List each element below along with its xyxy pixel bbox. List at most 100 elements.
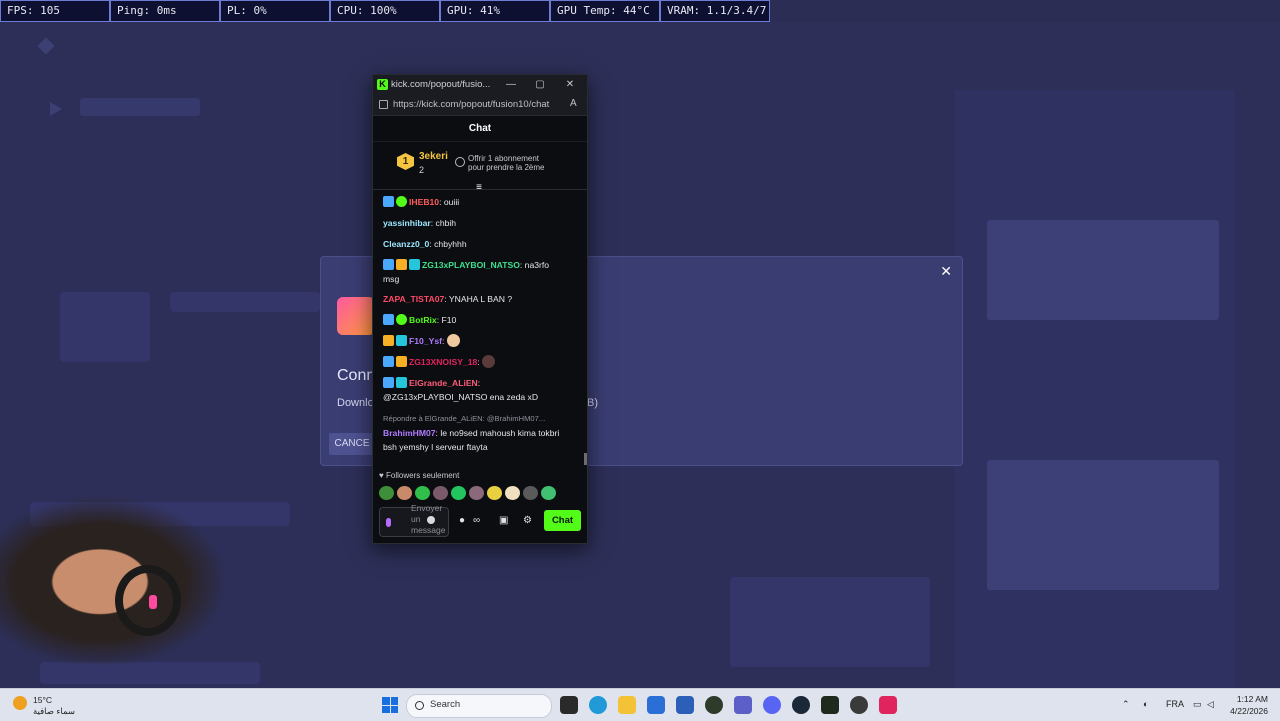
steam-icon[interactable] bbox=[792, 696, 810, 714]
fivem-icon[interactable] bbox=[879, 696, 897, 714]
emote-icon[interactable] bbox=[451, 486, 466, 500]
face-emote-icon bbox=[446, 334, 460, 347]
cancel-button[interactable]: CANCE bbox=[329, 433, 375, 455]
reply-context[interactable]: Répondre à ElGrande_ALiEN: @BrahimHM07..… bbox=[383, 412, 579, 426]
crown-badge-icon bbox=[396, 356, 407, 367]
chat-username[interactable]: BrahimHM07 bbox=[383, 428, 436, 438]
chat-text: : chbih bbox=[430, 218, 457, 228]
chat-username[interactable]: BotRix bbox=[409, 315, 437, 325]
moderator-badge-icon bbox=[383, 259, 394, 270]
network-icon[interactable]: ▭ bbox=[1193, 699, 1202, 710]
server-logo bbox=[337, 297, 375, 335]
headset-led bbox=[149, 595, 157, 609]
taskbar-search-box[interactable] bbox=[406, 694, 552, 718]
chat-text-continued: @ZG13xPLAYBOI_NATSO ena zeda xD bbox=[383, 392, 539, 402]
chat-text-continued: msg bbox=[383, 274, 400, 284]
emoji-icon[interactable] bbox=[427, 516, 435, 524]
streaming-app-icon[interactable] bbox=[821, 696, 839, 714]
xbox-icon[interactable] bbox=[705, 696, 723, 714]
infinity-icon[interactable]: ∞ bbox=[473, 515, 480, 526]
edge-browser-icon[interactable] bbox=[589, 696, 607, 714]
moderator-badge-icon bbox=[383, 196, 394, 207]
volume-icon[interactable]: ◁ bbox=[1207, 699, 1214, 710]
language-indicator[interactable]: FRA bbox=[1166, 699, 1184, 709]
emote-icon[interactable] bbox=[415, 486, 430, 500]
task-view-icon[interactable] bbox=[560, 696, 578, 714]
collapse-icon[interactable]: ≡ bbox=[473, 183, 485, 193]
gifter-name[interactable]: 3ekeri bbox=[419, 151, 448, 162]
chat-username[interactable]: ZG13xPLAYBOI_NATSO bbox=[422, 260, 520, 270]
clock-date[interactable]: 4/22/2026 bbox=[1218, 706, 1268, 716]
create-server-card bbox=[730, 577, 930, 667]
chat-scrollbar[interactable] bbox=[584, 453, 587, 465]
chat-header: Chat bbox=[373, 115, 587, 142]
emote-icon[interactable] bbox=[487, 486, 502, 500]
obs-icon[interactable] bbox=[850, 696, 868, 714]
microphone-icon[interactable] bbox=[386, 518, 391, 527]
emote-icon[interactable] bbox=[505, 486, 520, 500]
outlook-icon[interactable] bbox=[647, 696, 665, 714]
chat-username[interactable]: F10_Ysf bbox=[409, 336, 442, 346]
chat-username[interactable]: ElGrande_ALiEN bbox=[409, 378, 478, 388]
minimize-icon[interactable]: — bbox=[501, 77, 521, 93]
vram-readout: VRAM: 1.1/3.4/7.7 GB bbox=[660, 0, 770, 22]
followers-only-notice: ♥ Followers seulement bbox=[379, 471, 460, 480]
chat-text: : le no9sed mahoush kima tokbri bbox=[435, 428, 560, 438]
chat-text: : ouiii bbox=[439, 197, 460, 207]
microphone-tray-icon[interactable]: ◐ bbox=[1143, 699, 1148, 709]
emote-icon[interactable] bbox=[379, 486, 394, 500]
chat-username[interactable]: Cleanzz0_0 bbox=[383, 239, 429, 249]
store-icon[interactable]: ▣ bbox=[499, 515, 508, 526]
gift-subscription-line1[interactable]: Offrir 1 abonnement bbox=[468, 154, 539, 163]
chat-text: : chbyhhh bbox=[429, 239, 467, 249]
chat-username[interactable]: ZG13XNOISY_18 bbox=[409, 357, 477, 367]
chat-username[interactable]: yassinhibar bbox=[383, 218, 431, 228]
emote-icon[interactable] bbox=[469, 486, 484, 500]
chat-text: : na3rfo bbox=[519, 260, 550, 270]
download-size: B) bbox=[587, 397, 598, 409]
webcam-overlay bbox=[0, 480, 250, 665]
moderator-badge-icon bbox=[383, 377, 394, 388]
gift-subscription-line2[interactable]: pour prendre la 2ème bbox=[468, 163, 545, 172]
settings-gear-icon[interactable]: ⚙ bbox=[523, 515, 532, 526]
chat-message: Répondre à ElGrande_ALiEN: @BrahimHM07..… bbox=[383, 412, 579, 454]
bottom-tabs bbox=[40, 662, 260, 684]
clock-time[interactable]: 1:12 AM bbox=[1228, 694, 1268, 704]
og-badge-icon bbox=[396, 335, 407, 346]
taskbar-search-label: Search bbox=[430, 699, 461, 710]
weather-description[interactable]: سماء صافية bbox=[33, 706, 75, 717]
chat-popout-window: K kick.com/popout/fusio... — ▢ ✕ https:/… bbox=[372, 74, 588, 544]
emote-icon[interactable] bbox=[523, 486, 538, 500]
read-aloud-icon[interactable]: A bbox=[570, 98, 577, 109]
points-icon[interactable]: ● bbox=[459, 515, 465, 526]
chat-message: ZG13XNOISY_18: bbox=[383, 355, 579, 369]
chat-message: Cleanzz0_0: chbyhhh bbox=[383, 237, 579, 251]
url-text[interactable]: https://kick.com/popout/fusion10/chat bbox=[393, 99, 549, 110]
maximize-icon[interactable]: ▢ bbox=[530, 77, 550, 93]
weather-moon-icon[interactable] bbox=[13, 696, 27, 710]
headset bbox=[115, 565, 181, 636]
modal-title: Conn bbox=[337, 367, 376, 384]
close-icon[interactable]: ✕ bbox=[940, 263, 952, 280]
store-app-icon[interactable] bbox=[676, 696, 694, 714]
gift-count: 2 bbox=[419, 165, 425, 175]
window-title: kick.com/popout/fusio... bbox=[391, 79, 491, 90]
feed-image bbox=[987, 220, 1219, 320]
send-chat-button[interactable]: Chat bbox=[544, 510, 581, 531]
windows-start-icon[interactable] bbox=[382, 697, 398, 713]
moderator-badge-icon bbox=[383, 356, 394, 367]
chat-username[interactable]: ZAPA_TISTA07 bbox=[383, 294, 444, 304]
emote-icon[interactable] bbox=[541, 486, 556, 500]
close-icon[interactable]: ✕ bbox=[560, 77, 580, 93]
emote-icon[interactable] bbox=[433, 486, 448, 500]
teams-icon[interactable] bbox=[734, 696, 752, 714]
file-explorer-icon[interactable] bbox=[618, 696, 636, 714]
discord-icon[interactable] bbox=[763, 696, 781, 714]
tray-overflow-icon[interactable]: ⌃ bbox=[1122, 699, 1130, 710]
search-icon bbox=[415, 701, 424, 710]
fps-readout: FPS: 105 bbox=[0, 0, 110, 22]
weather-temperature[interactable]: 15°C bbox=[33, 695, 52, 705]
emote-icon[interactable] bbox=[397, 486, 412, 500]
window-titlebar[interactable]: K kick.com/popout/fusio... — ▢ ✕ bbox=[373, 75, 587, 95]
chat-username[interactable]: IHEB10 bbox=[409, 197, 439, 207]
